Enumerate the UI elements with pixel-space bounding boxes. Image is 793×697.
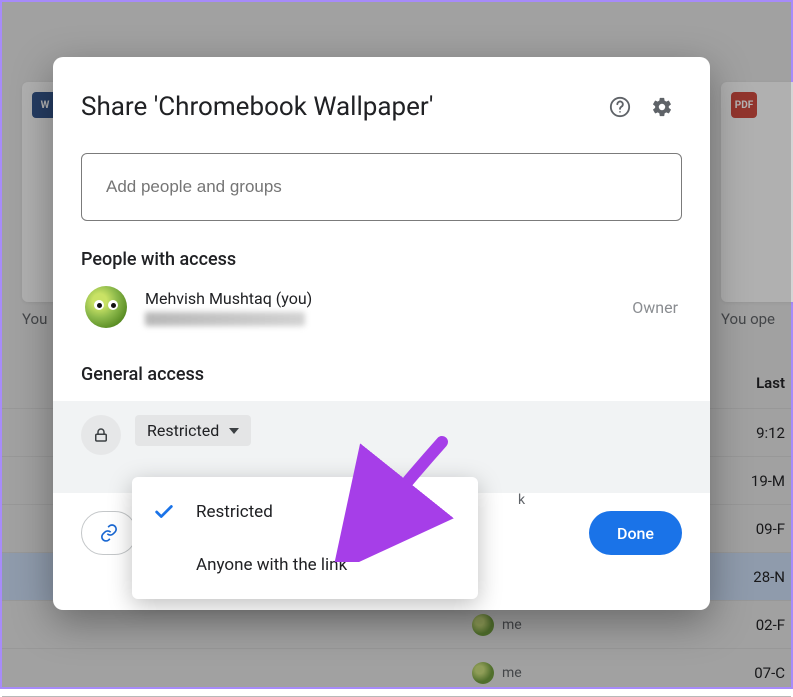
add-people-input[interactable] xyxy=(81,153,682,221)
person-row: Mehvish Mushtaq (you) Owner xyxy=(81,286,682,328)
caret-down-icon xyxy=(229,428,239,434)
person-name: Mehvish Mushtaq (you) xyxy=(145,289,614,308)
lock-icon-circle xyxy=(81,415,121,455)
link-icon xyxy=(99,523,119,543)
access-hint-trail: k xyxy=(518,492,525,508)
avatar xyxy=(85,286,127,328)
dropdown-option-label: Anyone with the link xyxy=(196,555,347,575)
settings-button[interactable] xyxy=(642,87,682,127)
copy-link-button[interactable] xyxy=(81,511,137,555)
access-level-dropdown-trigger[interactable]: Restricted xyxy=(135,415,251,446)
access-dropdown-menu: Restricted Anyone with the link xyxy=(132,477,478,599)
person-email-blurred xyxy=(145,312,305,326)
role-label: Owner xyxy=(632,298,678,317)
dropdown-option-restricted[interactable]: Restricted xyxy=(132,485,478,539)
help-button[interactable] xyxy=(600,87,640,127)
dropdown-option-label: Restricted xyxy=(196,502,273,522)
dropdown-option-anyone[interactable]: Anyone with the link xyxy=(132,539,478,591)
check-icon xyxy=(150,501,178,523)
general-access-heading: General access xyxy=(81,364,682,385)
help-icon xyxy=(609,96,631,118)
dialog-title: Share 'Chromebook Wallpaper' xyxy=(81,92,598,122)
people-with-access-heading: People with access xyxy=(81,249,682,270)
gear-icon xyxy=(651,96,673,118)
done-button[interactable]: Done xyxy=(589,511,682,555)
lock-icon xyxy=(92,426,110,444)
access-level-label: Restricted xyxy=(147,421,219,440)
